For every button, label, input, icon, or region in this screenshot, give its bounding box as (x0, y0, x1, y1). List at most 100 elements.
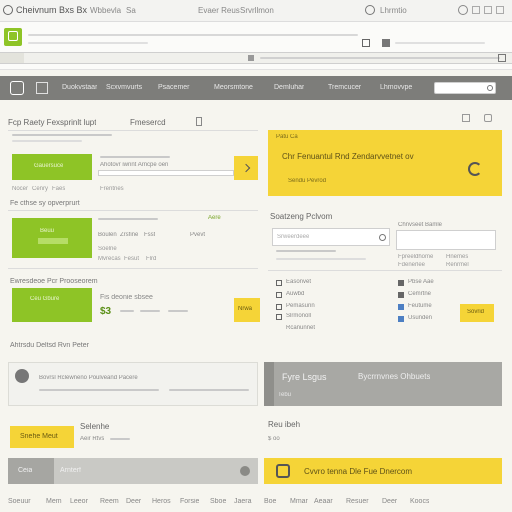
brand-badge[interactable] (4, 28, 22, 46)
section-heading-secondary: Fmesercd (130, 118, 166, 127)
footer-link[interactable]: Forsie (180, 498, 199, 505)
footer-link[interactable]: Sboe (210, 498, 226, 505)
footer-link[interactable]: Deer (382, 498, 397, 505)
nav-tab[interactable]: Scxvmvurts (106, 84, 142, 91)
right-input[interactable] (396, 230, 496, 250)
menu-item[interactable]: Sa (126, 6, 136, 15)
nav-tab[interactable]: Meorsmtone (214, 84, 253, 91)
green-card[interactable]: Gauersuce (12, 154, 92, 180)
right-item[interactable]: Fpreeldhome (398, 254, 433, 260)
meta-row: Mvrecas (98, 256, 121, 262)
footer-link[interactable]: Mem (46, 498, 62, 505)
banner-title: Chr Fenuantul Rnd Zendarvvetnet ov (282, 152, 414, 161)
app-logo-icon (3, 5, 13, 15)
user-icon[interactable] (365, 5, 375, 15)
extension-icon[interactable] (382, 39, 390, 47)
footer-link[interactable]: Mmar (290, 498, 308, 505)
list-item[interactable]: Slrmonoll (286, 313, 311, 319)
address-line (28, 42, 148, 44)
side-list-item[interactable]: Usunden (408, 315, 432, 321)
camera-icon[interactable] (484, 114, 492, 122)
url-highlight (0, 53, 24, 63)
home-icon[interactable] (10, 81, 24, 95)
section-heading: Fe cthse sy opverprurt (10, 200, 80, 207)
titlebar-right-text: Lhrmtio (380, 6, 407, 15)
meta-row: Flrd (146, 256, 157, 262)
link-text[interactable]: Aere (208, 215, 221, 221)
grid-icon[interactable] (36, 82, 48, 94)
nav-tab[interactable]: Psacemer (158, 84, 190, 91)
title-bar: Cheivnum Bxs Bx Wbbevla Sa Evaer Reus Sr… (0, 0, 512, 22)
footer-link[interactable]: Heros (152, 498, 171, 505)
notification-icon[interactable] (276, 464, 290, 478)
progress-field[interactable] (98, 170, 234, 176)
dot-icon (398, 316, 404, 322)
promo-banner[interactable]: Patu Ca Chr Fenuantul Rnd Zendarvvetnet … (268, 130, 502, 196)
green-card[interactable]: Ceu Gbure (12, 288, 92, 322)
play-icon[interactable] (15, 369, 29, 383)
search-icon[interactable] (487, 85, 493, 91)
settings-icon[interactable] (458, 5, 468, 15)
side-button[interactable]: Sovrid (460, 304, 494, 322)
window-button-icon[interactable] (472, 6, 480, 14)
menu-item[interactable]: Srvrllmon (240, 6, 274, 15)
menu-item[interactable]: Wbbevla (90, 6, 121, 15)
nav-tab[interactable]: Lhmovvpe (380, 84, 412, 91)
checkbox-icon[interactable] (276, 280, 282, 286)
nav-tab[interactable]: Demluhar (274, 84, 304, 91)
footer-link[interactable]: Jaera (234, 498, 252, 505)
meta-row: Fesut (124, 256, 140, 262)
window-button-icon[interactable] (496, 6, 504, 14)
side-list-item[interactable]: Feutume (408, 303, 432, 309)
footer-link[interactable]: Koocs (410, 498, 429, 505)
search-input[interactable]: Srweerdeee (272, 228, 390, 246)
side-list-item[interactable]: Cemrtne (408, 291, 431, 297)
checkbox-icon[interactable] (276, 314, 282, 320)
checkbox-icon[interactable] (276, 292, 282, 298)
right-item[interactable]: Fdenerlee (398, 262, 425, 268)
calendar-icon[interactable] (196, 117, 202, 126)
divider (8, 210, 258, 211)
nav-tab[interactable]: Duokvstaar (62, 84, 97, 91)
footer-link[interactable]: Leeor (70, 498, 88, 505)
green-card[interactable]: Beuu (12, 218, 92, 258)
list-item[interactable]: Pemasunn (286, 303, 315, 309)
side-list-item[interactable]: Pbse Aae (408, 279, 434, 285)
list-item[interactable]: Auwbd (286, 291, 304, 297)
dot-icon (398, 292, 404, 298)
right-item[interactable]: Hnemes (446, 254, 468, 260)
footer-link[interactable]: Aeaar (314, 498, 333, 505)
nav-search-input[interactable] (434, 82, 496, 94)
nav-tab[interactable]: Tremcucer (328, 84, 361, 91)
list-item: Boulen (98, 232, 117, 238)
list-item[interactable]: Rcanunnet (286, 325, 315, 331)
footer-link[interactable]: Deer (126, 498, 141, 505)
menu-dots-icon[interactable] (498, 54, 506, 62)
bottom-bar-left[interactable]: Ceia Arnterf (8, 458, 258, 484)
footer-link[interactable]: Resuer (346, 498, 369, 505)
refresh-icon[interactable] (468, 162, 482, 176)
close-icon[interactable] (462, 114, 470, 122)
checkbox-icon[interactable] (276, 304, 282, 310)
footer-link[interactable]: Soeuur (8, 498, 31, 505)
list-item[interactable]: Easonvet (286, 279, 311, 285)
search-icon[interactable] (379, 234, 386, 241)
bottom-bar-right[interactable]: Cvvro tenna Dle Fue Dnercom (264, 458, 502, 484)
bookmark-icon[interactable] (362, 39, 370, 47)
window-button-icon[interactable] (484, 6, 492, 14)
grey-panel-right[interactable]: Fyre Lsgus Bycrrnvnes Ohbuets Tebu (264, 362, 502, 406)
menu-item[interactable]: Evaer Reus (198, 6, 240, 15)
section-heading: Fcp Raety Fexsprinlt lupt (8, 118, 97, 127)
footer-link[interactable]: Boe (264, 498, 276, 505)
yellow-pill-button[interactable]: Snehe Meut (10, 426, 74, 448)
url-field[interactable] (0, 52, 512, 64)
close-circle-icon[interactable] (240, 466, 250, 476)
nav-bar: Duokvstaar Scxvmvurts Psacemer Meorsmton… (0, 76, 512, 100)
green-card-label: Gauersuce (34, 163, 64, 169)
grey-panel-left[interactable]: Bovrsl Rclewneno Poulveand Pacere (8, 362, 258, 406)
yellow-action-button[interactable] (234, 156, 258, 180)
list-item: Pvevt (190, 232, 206, 238)
right-item[interactable]: Renrmel (446, 262, 469, 268)
footer-link[interactable]: Reem (100, 498, 119, 505)
yellow-action-button[interactable]: Nrwa (234, 298, 260, 322)
